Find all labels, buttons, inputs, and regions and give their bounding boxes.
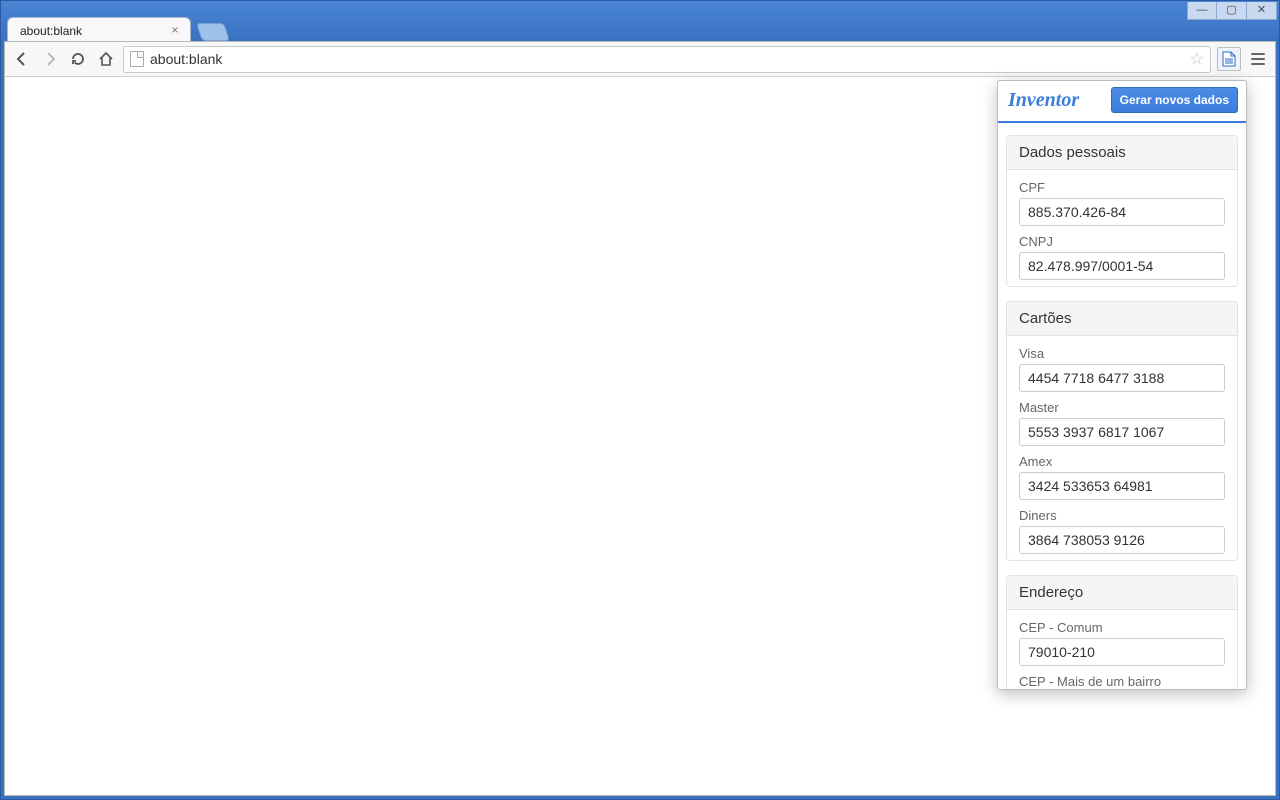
field-input[interactable] — [1019, 526, 1225, 554]
field-label: Diners — [1019, 508, 1225, 523]
panel: Endereço CEP - Comum CEP - Mais de um bair… — [1006, 575, 1238, 689]
panel-header: Dados pessoais — [1007, 136, 1237, 170]
arrow-left-icon — [14, 51, 30, 67]
browser-tab[interactable]: about:blank × — [7, 17, 191, 43]
new-tab-button[interactable] — [196, 23, 230, 41]
field-label: CEP - Mais de um bairro — [1019, 674, 1225, 689]
hamburger-icon — [1251, 53, 1265, 55]
inventor-popup: Inventor Gerar novos dados Dados pessoai… — [997, 80, 1247, 690]
panel-header: Cartões — [1007, 302, 1237, 336]
home-button[interactable] — [95, 48, 117, 70]
field-label: CEP - Comum — [1019, 620, 1225, 635]
home-icon — [98, 51, 114, 67]
field-input[interactable] — [1019, 638, 1225, 666]
arrow-right-icon — [42, 51, 58, 67]
reload-icon — [70, 51, 86, 67]
popup-body[interactable]: Dados pessoais CPF CNPJ Cartões Visa Master Am… — [998, 123, 1246, 689]
field-input[interactable] — [1019, 252, 1225, 280]
back-button[interactable] — [11, 48, 33, 70]
browser-toolbar: about:blank ☆ — [4, 41, 1276, 77]
popup-header: Inventor Gerar novos dados — [998, 81, 1246, 123]
panel-header: Endereço — [1007, 576, 1237, 610]
tab-close-icon[interactable]: × — [168, 24, 182, 38]
field-input[interactable] — [1019, 472, 1225, 500]
inventor-extension-button[interactable] — [1217, 47, 1241, 71]
field-label: Amex — [1019, 454, 1225, 469]
panel: Dados pessoais CPF CNPJ — [1006, 135, 1238, 287]
popup-title: Inventor — [1008, 89, 1079, 112]
panel-body: Visa Master Amex Diners — [1007, 336, 1237, 560]
page-icon — [130, 51, 144, 67]
field-label: CPF — [1019, 180, 1225, 195]
address-bar[interactable]: about:blank ☆ — [123, 46, 1211, 73]
document-icon — [1222, 51, 1236, 67]
bookmark-star-icon[interactable]: ☆ — [1190, 49, 1204, 69]
field-label: Master — [1019, 400, 1225, 415]
generate-new-data-button[interactable]: Gerar novos dados — [1111, 87, 1238, 113]
panel: Cartões Visa Master Amex Diners — [1006, 301, 1238, 561]
field-label: Visa — [1019, 346, 1225, 361]
field-input[interactable] — [1019, 364, 1225, 392]
forward-button[interactable] — [39, 48, 61, 70]
field-input[interactable] — [1019, 198, 1225, 226]
browser-menu-button[interactable] — [1247, 48, 1269, 70]
panel-body: CEP - Comum CEP - Mais de um bairro — [1007, 610, 1237, 689]
field-input[interactable] — [1019, 418, 1225, 446]
tab-strip: about:blank × — [7, 15, 1273, 43]
url-text: about:blank — [150, 51, 222, 67]
browser-window: — ▢ ✕ about:blank × about:blank ☆ — [0, 0, 1280, 800]
reload-button[interactable] — [67, 48, 89, 70]
panel-body: CPF CNPJ — [1007, 170, 1237, 286]
tab-title: about:blank — [20, 24, 82, 38]
field-label: CNPJ — [1019, 234, 1225, 249]
